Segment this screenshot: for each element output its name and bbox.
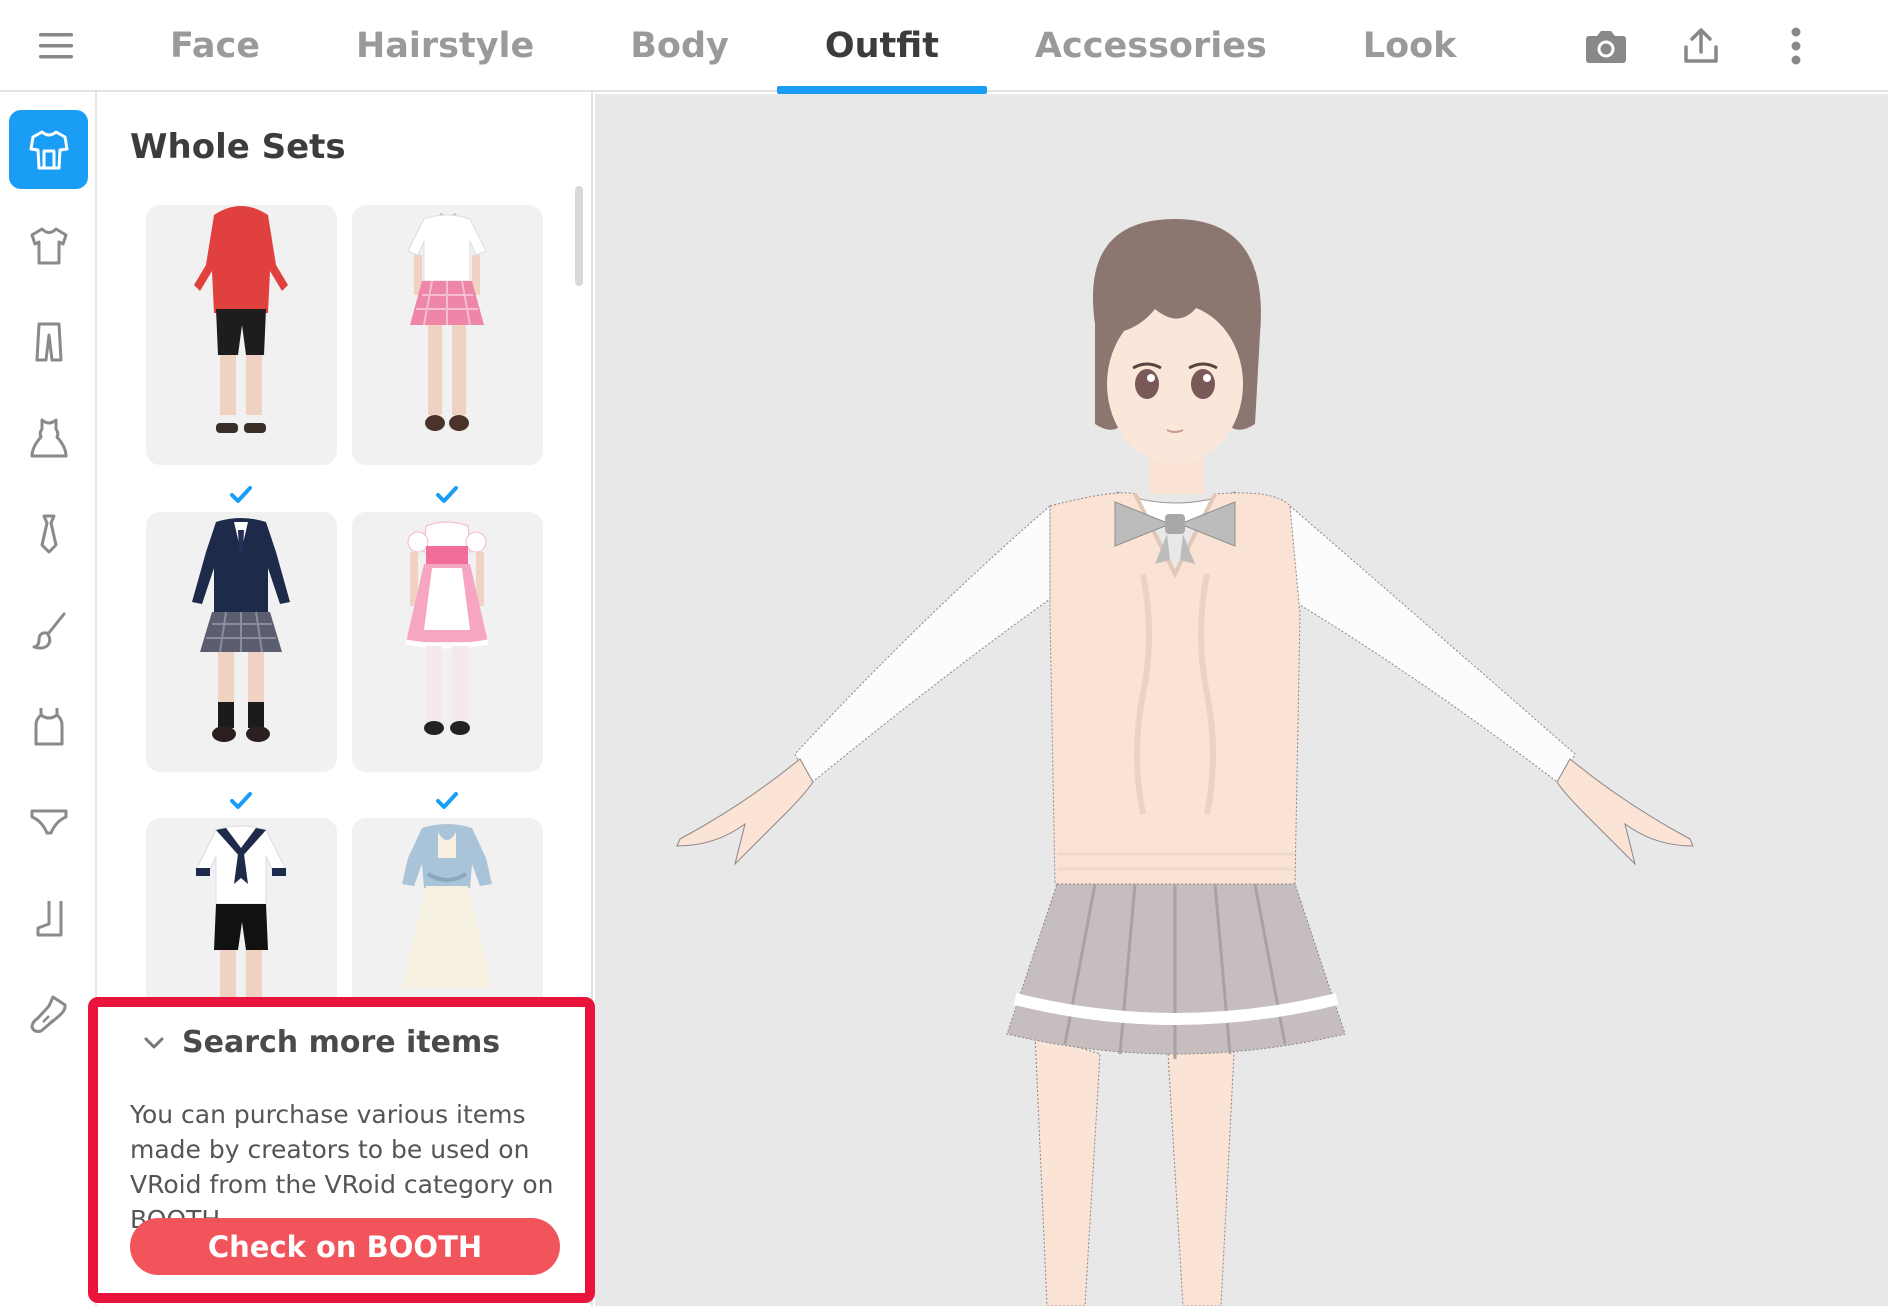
- avatar-model: [676, 219, 1694, 1306]
- sidebar-item-underwear[interactable]: [9, 782, 88, 861]
- brush-icon: [32, 612, 65, 650]
- chevron-down-icon: [144, 1037, 164, 1048]
- more-button[interactable]: [1770, 20, 1822, 72]
- search-description: You can purchase various items made by c…: [130, 1100, 554, 1234]
- menu-icon: [39, 33, 73, 59]
- share-button[interactable]: [1675, 20, 1727, 72]
- sidebar-item-bottoms[interactable]: [9, 302, 88, 381]
- shoes-icon: [30, 995, 67, 1033]
- dress-icon: [30, 418, 67, 457]
- tab-body[interactable]: Body: [582, 0, 777, 92]
- selected-check-icon: [230, 792, 252, 809]
- outfit-card-red-hoodie[interactable]: [146, 205, 337, 465]
- outfit-thumbnail: [405, 521, 489, 735]
- avatar-viewport[interactable]: [595, 94, 1888, 1306]
- sidebar-item-socks[interactable]: [9, 878, 88, 957]
- search-more-items-toggle[interactable]: Search more items: [144, 1025, 500, 1060]
- selected-check-icon: [230, 486, 252, 503]
- sidebar-item-shoes[interactable]: [9, 974, 88, 1053]
- whole-set-icon: [29, 130, 68, 169]
- selected-check-icon: [436, 486, 458, 503]
- top-bar: Face Hairstyle Body Outfit Accessories L…: [0, 0, 1888, 94]
- category-tabs: Face Hairstyle Body Outfit Accessories L…: [122, 0, 1505, 94]
- sidebar-item-tops[interactable]: [9, 206, 88, 285]
- tab-look[interactable]: Look: [1315, 0, 1505, 92]
- sidebar-item-dresses[interactable]: [9, 398, 88, 477]
- pants-icon: [35, 322, 62, 361]
- tie-icon: [40, 514, 57, 553]
- panel-title: Whole Sets: [130, 127, 346, 167]
- camera-button[interactable]: [1580, 20, 1632, 72]
- check-on-booth-button[interactable]: Check on BOOTH: [130, 1218, 560, 1275]
- share-icon: [1684, 28, 1718, 63]
- outfit-card-pink-skirt[interactable]: [352, 205, 543, 465]
- sidebar-item-whole-sets[interactable]: [9, 110, 88, 189]
- tab-accessories[interactable]: Accessories: [987, 0, 1315, 92]
- outfit-thumbnail: [192, 518, 290, 742]
- outfit-card-navy-blazer[interactable]: [146, 512, 337, 772]
- selected-check-icon: [436, 792, 458, 809]
- socks-icon: [36, 900, 62, 936]
- outfit-thumbnail: [407, 213, 487, 431]
- camera-icon: [1586, 31, 1626, 63]
- sidebar-item-ties[interactable]: [9, 494, 88, 573]
- sidebar-item-paint[interactable]: [9, 590, 88, 669]
- tab-face[interactable]: Face: [122, 0, 308, 92]
- underwear-icon: [30, 809, 67, 834]
- tank-top-icon: [34, 707, 63, 745]
- category-sidebar: [0, 92, 97, 1306]
- panel-scrollbar[interactable]: [575, 186, 583, 286]
- tab-outfit[interactable]: Outfit: [776, 0, 987, 94]
- search-more-items-section: Search more items You can purchase vario…: [88, 997, 595, 1303]
- menu-button[interactable]: [30, 24, 82, 68]
- search-more-items-title: Search more items: [182, 1025, 501, 1060]
- more-vertical-icon: [1791, 27, 1801, 65]
- tab-hairstyle[interactable]: Hairstyle: [308, 0, 582, 92]
- sidebar-item-undershirts[interactable]: [9, 686, 88, 765]
- tshirt-icon: [30, 227, 67, 264]
- outfit-card-pink-maid[interactable]: [352, 512, 543, 772]
- outfit-thumbnail: [194, 206, 288, 433]
